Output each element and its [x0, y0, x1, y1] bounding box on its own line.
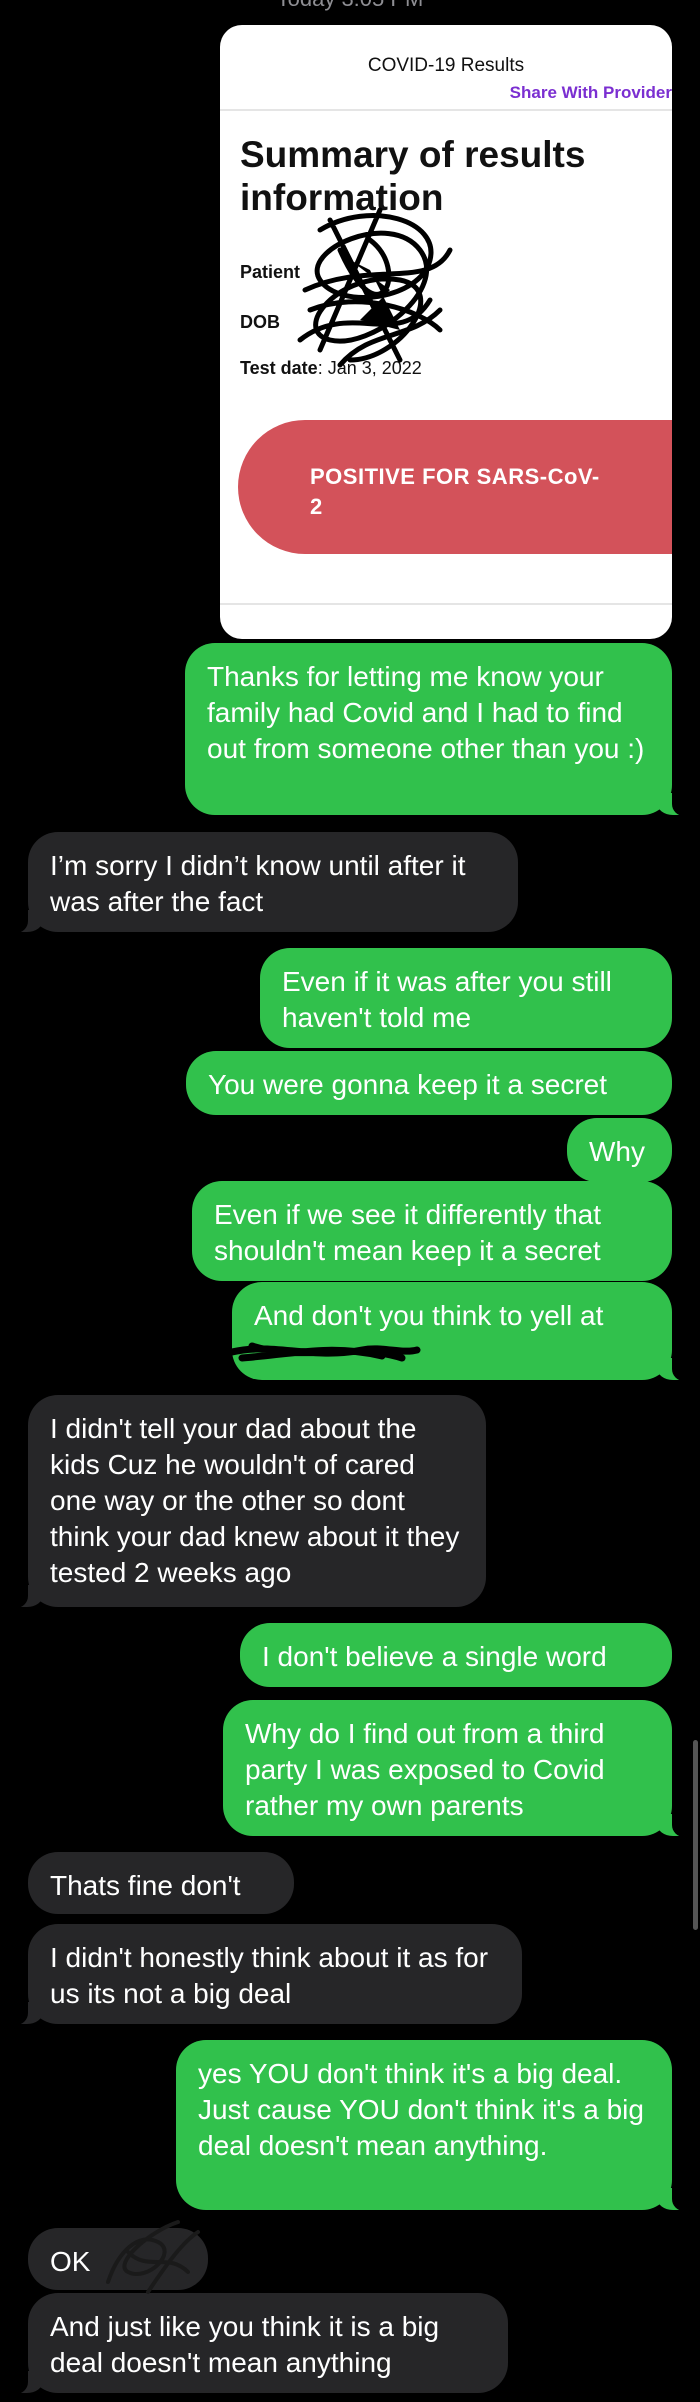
message-received[interactable]: OK	[28, 2220, 208, 2294]
redaction-scribble	[297, 207, 453, 368]
message-timestamp: Today 3:05 PM	[0, 0, 700, 12]
message-text: Why	[589, 1136, 645, 1167]
message-sent[interactable]: yes YOU don't think it's a big deal. Jus…	[176, 2040, 686, 2211]
share-with-provider-link[interactable]: Share With Provider	[510, 83, 672, 103]
message-text: Even if it was after you still haven't t…	[282, 966, 612, 1033]
message-sent[interactable]: You were gonna keep it a secret	[186, 1051, 672, 1115]
header-divider	[220, 109, 672, 111]
message-text: yes YOU don't think it's a big deal. Jus…	[198, 2058, 644, 2161]
message-text: You were gonna keep it a secret	[208, 1069, 608, 1100]
dob-label: DOB	[240, 312, 280, 332]
message-text: And just like you think it is a big deal…	[50, 2311, 440, 2378]
message-text: And don't you think to yell at	[254, 1300, 604, 1331]
covid-results-attachment[interactable]: COVID-19 Results Share With Provider Sum…	[220, 25, 672, 639]
message-sent[interactable]: Why	[567, 1118, 672, 1182]
message-text: Even if we see it differently that shoul…	[214, 1199, 602, 1266]
message-sent[interactable]: Why do I find out from a third party I w…	[223, 1700, 686, 1837]
message-received[interactable]: Thats fine don't	[28, 1852, 294, 1914]
message-received[interactable]: I’m sorry I didn’t know until after it w…	[14, 832, 518, 933]
redaction-scribble	[232, 1342, 421, 1362]
message-text: Why do I find out from a third party I w…	[245, 1718, 605, 1821]
card-bottom-divider	[220, 603, 672, 605]
message-text: I didn't honestly think about it as for …	[50, 1942, 489, 2009]
message-text: I didn't tell your dad about the kids Cu…	[50, 1413, 460, 1588]
message-sent[interactable]: Thanks for letting me know your family h…	[185, 643, 686, 816]
message-received[interactable]: And just like you think it is a big deal…	[14, 2293, 508, 2394]
message-text: I don't believe a single word	[262, 1641, 607, 1672]
message-sent[interactable]: Even if we see it differently that shoul…	[192, 1181, 672, 1281]
results-header-title: COVID-19 Results	[367, 55, 525, 76]
message-received[interactable]: I didn't honestly think about it as for …	[14, 1924, 522, 2025]
message-text: Thanks for letting me know your family h…	[207, 661, 645, 764]
message-sent[interactable]: And don't you think to yell at	[232, 1282, 686, 1381]
scrollbar[interactable]	[693, 1740, 698, 1930]
positive-result-pill: POSITIVE FOR SARS-CoV-2	[238, 420, 672, 554]
message-sent[interactable]: Even if it was after you still haven't t…	[260, 948, 672, 1048]
message-received[interactable]: I didn't tell your dad about the kids Cu…	[14, 1395, 486, 1608]
dob-row: DOB	[240, 312, 280, 333]
message-sent[interactable]: I don't believe a single word	[240, 1623, 672, 1687]
redaction-scribble	[106, 2220, 200, 2294]
message-text: Thats fine don't	[50, 1870, 241, 1901]
positive-result-text: POSITIVE FOR SARS-CoV-2	[310, 464, 600, 519]
message-text: I’m sorry I didn’t know until after it w…	[50, 850, 466, 917]
